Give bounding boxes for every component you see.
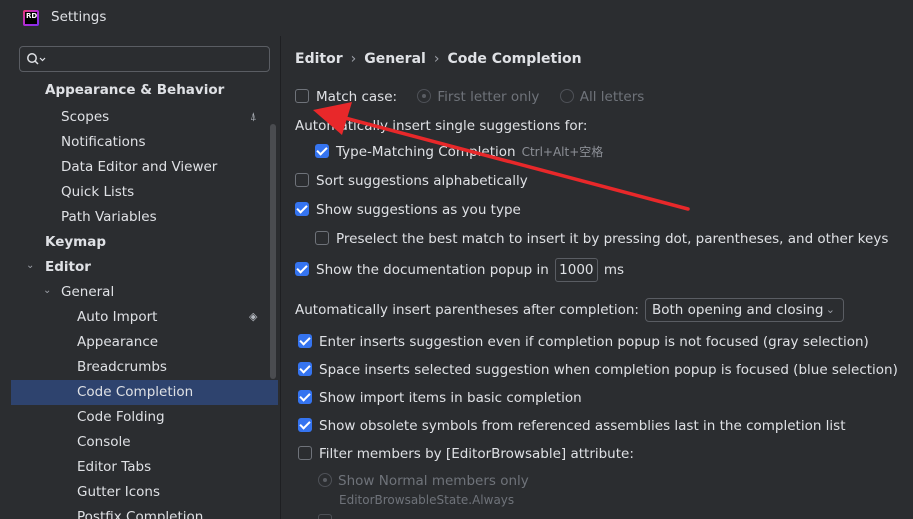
sidebar: Appearance & Behavior Scopes ⍋ Notificat…: [0, 36, 280, 519]
space-inserts-row: Space inserts selected suggestion when c…: [298, 361, 898, 379]
doc-popup-label: Show the documentation popup in: [316, 262, 549, 278]
layers-icon: ◈: [249, 310, 258, 323]
type-matching-checkbox[interactable]: [315, 144, 329, 158]
type-matching-shortcut: Ctrl+Alt+空格: [521, 145, 604, 159]
match-case-label: Match case:: [316, 89, 398, 105]
filter-members-checkbox[interactable]: [298, 446, 312, 460]
doc-popup-unit: ms: [603, 262, 625, 278]
show-normal-label: Show Normal members only: [338, 473, 529, 489]
show-as-type-row: Show suggestions as you type: [295, 201, 521, 219]
type-matching-label: Type-Matching Completion: [336, 144, 516, 160]
preselect-label: Preselect the best match to insert it by…: [336, 231, 889, 247]
title-bar: RD Settings: [0, 0, 913, 36]
parens-dropdown-value: Both opening and closing: [651, 302, 824, 318]
all-letters-radio[interactable]: [559, 89, 574, 103]
type-matching-row: Type-Matching Completion Ctrl+Alt+空格: [315, 143, 603, 161]
sidebar-item-auto-import[interactable]: Auto Import: [77, 305, 157, 330]
sidebar-item-quick-lists[interactable]: Quick Lists: [61, 180, 134, 205]
sort-alpha-checkbox[interactable]: [295, 173, 309, 187]
parens-dropdown[interactable]: Both opening and closing ⌄: [644, 298, 844, 322]
obsolete-row: Show obsolete symbols from referenced as…: [298, 417, 846, 435]
sidebar-item-editor[interactable]: Editor: [45, 255, 91, 280]
sidebar-item-path-variables[interactable]: Path Variables: [61, 205, 157, 230]
all-letters-label: All letters: [579, 89, 645, 105]
doc-popup-delay-input[interactable]: 1000: [554, 258, 598, 282]
search-input[interactable]: [19, 46, 270, 72]
sidebar-scrollbar[interactable]: [270, 124, 276, 379]
space-inserts-label: Space inserts selected suggestion when c…: [319, 362, 898, 378]
sidebar-item-editor-tabs[interactable]: Editor Tabs: [77, 455, 151, 480]
sidebar-item-notifications[interactable]: Notifications: [61, 130, 146, 155]
show-normal-radio[interactable]: [318, 473, 332, 487]
filter-members-row: Filter members by [EditorBrowsable] attr…: [298, 445, 634, 463]
show-as-type-checkbox[interactable]: [295, 202, 309, 216]
browsable-always-hint: EditorBrowsableState.Always: [339, 493, 515, 507]
sort-alpha-label: Sort suggestions alphabetically: [316, 173, 528, 189]
sidebar-item-appearance[interactable]: Appearance: [77, 330, 158, 355]
import-items-row: Show import items in basic completion: [298, 389, 582, 407]
sidebar-item-code-folding[interactable]: Code Folding: [77, 405, 165, 430]
search-icon: [27, 53, 46, 65]
import-items-checkbox[interactable]: [298, 390, 312, 404]
space-inserts-checkbox[interactable]: [298, 362, 312, 376]
first-letter-radio[interactable]: [417, 89, 432, 103]
sidebar-item-keymap[interactable]: Keymap: [45, 230, 106, 255]
doc-popup-row: Show the documentation popup in 1000 ms: [295, 258, 624, 282]
next-option-checkbox[interactable]: [318, 514, 332, 519]
enter-inserts-checkbox[interactable]: [298, 334, 312, 348]
show-normal-row: Show Normal members only: [318, 472, 529, 490]
rider-logo-icon: RD: [23, 10, 39, 26]
enter-inserts-row: Enter inserts suggestion even if complet…: [298, 333, 869, 351]
chevron-down-icon: ⌄: [825, 303, 835, 316]
preselect-row: Preselect the best match to insert it by…: [315, 230, 888, 248]
match-case-checkbox[interactable]: [295, 89, 309, 103]
sidebar-item-gutter-icons[interactable]: Gutter Icons: [77, 480, 160, 505]
sidebar-item-code-completion[interactable]: Code Completion: [77, 380, 193, 405]
settings-content: Editor › General › Code Completion Match cas…: [281, 36, 913, 519]
filter-members-label: Filter members by [EditorBrowsable] attr…: [319, 446, 634, 462]
breadcrumb-separator: ›: [433, 51, 440, 67]
sidebar-item-breadcrumbs[interactable]: Breadcrumbs: [77, 355, 167, 380]
doc-popup-checkbox[interactable]: [295, 262, 309, 276]
sidebar-item-appearance-behavior[interactable]: Appearance & Behavior: [45, 78, 224, 103]
sidebar-item-data-editor[interactable]: Data Editor and Viewer: [61, 155, 217, 180]
parens-label: Automatically insert parentheses after c…: [295, 302, 639, 318]
breadcrumb-code-completion: Code Completion: [447, 51, 582, 67]
import-items-label: Show import items in basic completion: [319, 390, 582, 406]
preselect-checkbox[interactable]: [315, 231, 329, 245]
breadcrumb-editor[interactable]: Editor: [295, 51, 343, 67]
first-letter-label: First letter only: [437, 89, 540, 105]
obsolete-label: Show obsolete symbols from referenced as…: [319, 418, 846, 434]
breadcrumb: Editor › General › Code Completion: [295, 51, 582, 67]
breadcrumb-separator: ›: [350, 51, 357, 67]
breadcrumb-general[interactable]: General: [364, 51, 426, 67]
sidebar-item-postfix-completion[interactable]: Postfix Completion: [77, 505, 203, 519]
show-as-type-label: Show suggestions as you type: [316, 202, 521, 218]
window-title: Settings: [51, 9, 107, 25]
sidebar-item-scopes[interactable]: Scopes: [61, 105, 109, 130]
obsolete-checkbox[interactable]: [298, 418, 312, 432]
sidebar-item-console[interactable]: Console: [77, 430, 131, 455]
sidebar-item-general[interactable]: General: [61, 280, 114, 305]
match-case-row: Match case: First letter only All letter…: [295, 88, 644, 106]
parens-row: Automatically insert parentheses after c…: [295, 298, 844, 322]
sort-alpha-row: Sort suggestions alphabetically: [295, 172, 528, 190]
enter-inserts-label: Enter inserts suggestion even if complet…: [319, 334, 869, 350]
chevron-down-icon[interactable]: ⌄: [43, 285, 51, 296]
shared-scope-icon: ⍋: [250, 110, 257, 123]
chevron-down-icon[interactable]: ⌄: [26, 260, 34, 271]
auto-insert-heading: Automatically insert single suggestions …: [295, 118, 588, 134]
